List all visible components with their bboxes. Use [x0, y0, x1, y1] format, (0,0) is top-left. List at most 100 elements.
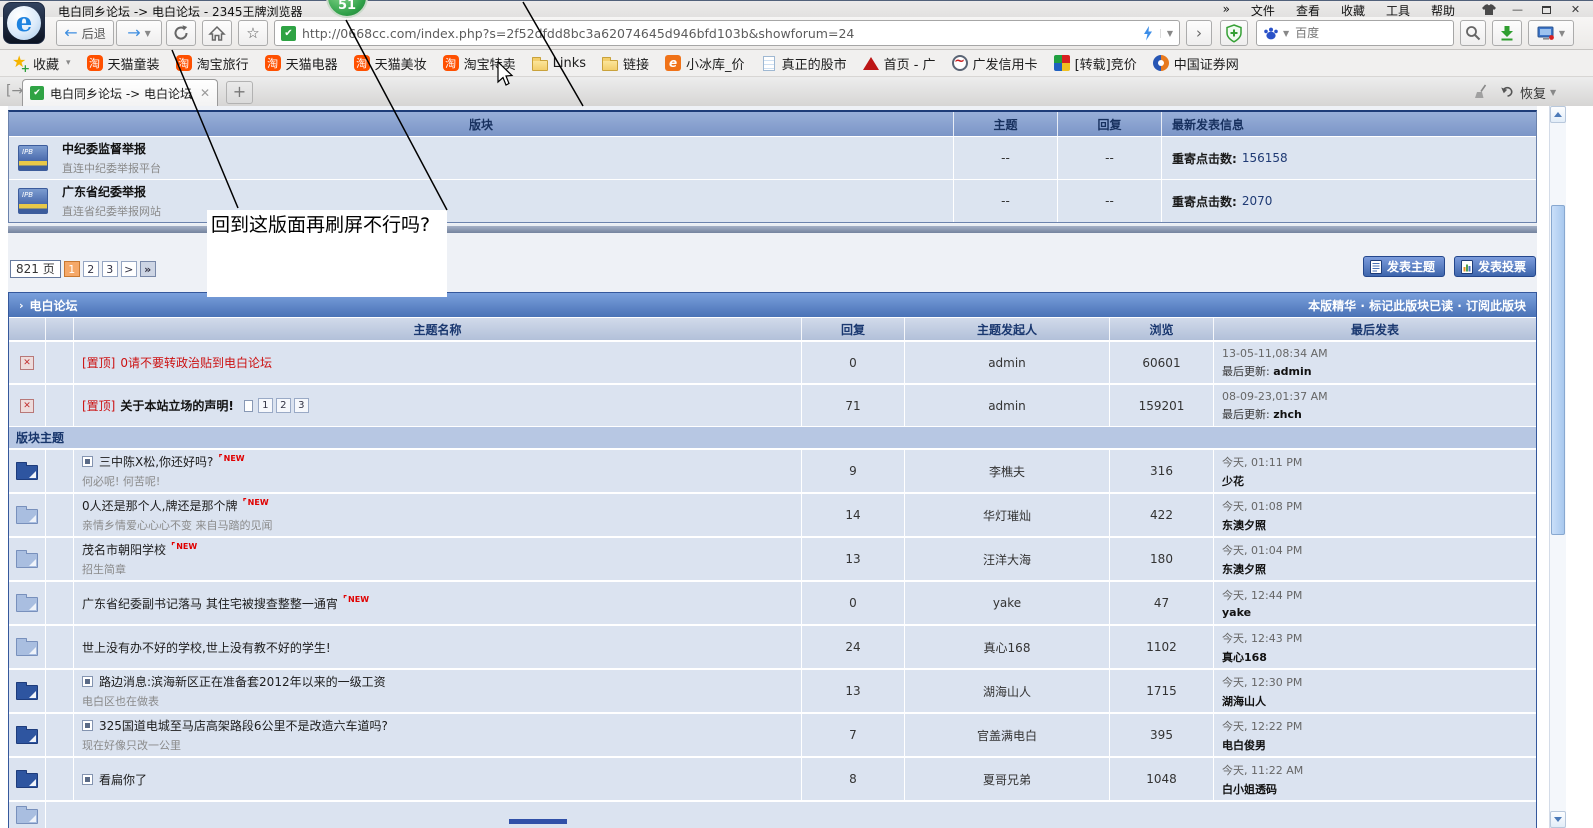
maximize-button[interactable] [1532, 1, 1561, 18]
restore-dropdown-icon[interactable]: ▼ [1550, 88, 1556, 97]
screenshot-button[interactable]: ▼ [1528, 20, 1574, 46]
topic-starter-link[interactable]: 真心168 [904, 626, 1109, 668]
forum-name-link[interactable]: 中纪委监督举报 [62, 140, 161, 157]
topic-title-link[interactable]: 关于本站立场的声明! [120, 397, 233, 414]
last-updater-link[interactable]: yake [1222, 606, 1251, 619]
topic-page-button[interactable]: 3 [294, 398, 309, 413]
url-text[interactable]: http://0668cc.com/index.php?s=2f52dfdd8b… [302, 26, 1136, 41]
last-updater-link[interactable]: 少花 [1222, 475, 1244, 488]
topic-starter-link[interactable]: 湖海山人 [904, 670, 1109, 712]
forum-title[interactable]: 电白论坛 [30, 297, 78, 314]
topic-starter-link[interactable]: admin [904, 342, 1109, 383]
last-updater-link[interactable]: zhch [1273, 408, 1302, 421]
topic-starter-link[interactable]: 官盖满电白 [904, 714, 1109, 756]
goto-post-icon[interactable] [82, 676, 93, 687]
vertical-scrollbar[interactable] [1549, 106, 1566, 828]
page-button[interactable]: > [121, 261, 137, 277]
bookmark-item[interactable]: 中国证券网 [1145, 52, 1247, 74]
last-updated-label: 最后更新: [1222, 408, 1270, 421]
last-updater-link[interactable]: 湖海山人 [1222, 695, 1266, 708]
page-button[interactable]: 2 [83, 261, 99, 277]
security-shield-button[interactable] [1220, 20, 1248, 46]
tab-close-icon[interactable]: ✕ [200, 86, 210, 100]
topic-starter-link[interactable]: 夏哥兄弟 [904, 758, 1109, 800]
topic-title-link[interactable]: 看扁你了 [99, 771, 147, 788]
go-button[interactable]: › [1186, 20, 1212, 46]
forward-dropdown-icon[interactable]: ▼ [145, 29, 151, 38]
address-bar[interactable]: ✔ http://0668cc.com/index.php?s=2f52dfdd… [274, 20, 1180, 46]
goto-post-icon[interactable] [82, 774, 93, 785]
new-poll-button[interactable]: 发表投票 [1454, 256, 1536, 277]
bookmark-item[interactable]: 天猫美妆 [346, 52, 435, 74]
topic-starter-link[interactable]: admin [904, 385, 1109, 426]
last-updater-link[interactable]: 真心168 [1222, 651, 1267, 664]
search-input[interactable] [1293, 25, 1447, 41]
last-updater-link[interactable]: 东澳夕照 [1222, 563, 1266, 576]
clean-button[interactable] [1468, 81, 1494, 103]
panel-toggle-icon[interactable]: [→ [6, 83, 23, 99]
forum-header-links[interactable]: 本版精华 · 标记此版块已读 · 订阅此版块 [1308, 297, 1526, 314]
new-topic-button[interactable]: 发表主题 [1363, 256, 1445, 277]
close-button[interactable]: ✕ [1561, 1, 1590, 18]
restore-button[interactable]: 恢复 ▼ [1500, 81, 1556, 103]
home-button[interactable] [202, 20, 232, 46]
bookmark-item[interactable]: 链接 [594, 52, 657, 74]
bookmark-item[interactable]: 天猫童装 [79, 52, 168, 74]
search-engine-dropdown-icon[interactable]: ▼ [1283, 29, 1289, 38]
refresh-button[interactable] [166, 20, 196, 46]
download-button[interactable] [1492, 20, 1522, 46]
bookmark-item[interactable]: 首页 - 广 [855, 52, 944, 74]
scrollbar-thumb[interactable] [1551, 205, 1565, 535]
topic-title-link[interactable]: 路边消息:滨海新区正在准备套2012年以来的一级工资 [99, 673, 386, 690]
bookmark-item[interactable]: Links [524, 52, 594, 74]
screenshot-dropdown-icon[interactable]: ▼ [1559, 29, 1565, 38]
topic-page-button[interactable]: 2 [276, 398, 291, 413]
bookmark-item[interactable]: 天猫电器 [257, 52, 346, 74]
bookmark-item[interactable]: 广发信用卡 [944, 52, 1046, 74]
bookmark-item[interactable]: [转载]竞价 [1046, 52, 1145, 74]
last-updater-link[interactable]: 东澳夕照 [1222, 519, 1266, 532]
url-dropdown-icon[interactable]: ▼ [1160, 29, 1173, 38]
last-updater-link[interactable]: admin [1273, 365, 1311, 378]
back-button[interactable]: ← 后退 [56, 20, 114, 46]
scroll-up-button[interactable] [1550, 106, 1566, 123]
browser-logo[interactable]: e [3, 2, 45, 44]
lightning-icon[interactable] [1142, 26, 1154, 41]
topic-title-link[interactable]: 茂名市朝阳学校 [82, 541, 166, 558]
minimize-button[interactable]: — [1503, 1, 1532, 18]
topic-title-link[interactable]: 0人还是那个人,牌还是那个牌 [82, 497, 237, 514]
topic-title-link[interactable]: 广东省纪委副书记落马 其住宅被搜查整整一通宵 [82, 595, 338, 612]
scroll-down-button[interactable] [1550, 811, 1566, 828]
topic-title-link[interactable]: 世上没有办不好的学校,世上没有教不好的学生! [82, 639, 331, 656]
new-tab-button[interactable]: + [226, 81, 253, 104]
topic-page-button[interactable]: 1 [258, 398, 273, 413]
topic-starter-link[interactable]: 华灯璀灿 [904, 494, 1109, 536]
topic-title-link[interactable]: 三中陈X松,你还好吗? [99, 453, 213, 470]
bookmark-icon [863, 57, 879, 70]
browser-tab-active[interactable]: ✔ 电白同乡论坛 -> 电白论坛 ✕ [22, 79, 218, 106]
topic-title-link[interactable]: 0请不要转政治贴到电白论坛 [120, 354, 272, 371]
bookmark-item[interactable]: 淘宝特卖 [435, 52, 524, 74]
goto-post-icon[interactable] [82, 720, 93, 731]
topic-title-link[interactable]: 325国道电城至马店高架路段6公里不是改造六车道吗? [99, 717, 388, 734]
bookmark-item[interactable]: 收藏 [4, 52, 79, 74]
last-updater-link[interactable]: 电白俊男 [1222, 739, 1266, 752]
favorites-star-button[interactable]: ☆ [238, 20, 268, 46]
page-button[interactable]: 1 [64, 261, 80, 277]
search-box[interactable]: ▼ [1256, 20, 1454, 46]
bookmark-item[interactable]: 淘宝旅行 [168, 52, 257, 74]
forum-name-link[interactable]: 广东省纪委举报 [62, 183, 161, 200]
page-button[interactable]: 3 [102, 261, 118, 277]
bookmark-item[interactable]: 真正的股市 [753, 52, 855, 74]
search-button[interactable] [1460, 20, 1486, 46]
last-updater-link[interactable]: 白小姐透码 [1222, 783, 1277, 796]
topic-starter-link[interactable]: yake [904, 582, 1109, 624]
category-table: 版块 主题 回复 最新发表信息 中纪委监督举报 直连中纪委举报平台 -- -- … [8, 110, 1537, 223]
page-button[interactable]: » [140, 261, 156, 277]
skin-button[interactable] [1474, 1, 1503, 18]
forward-button[interactable]: → ▼ [116, 20, 162, 46]
topic-starter-link[interactable]: 李樵夫 [904, 450, 1109, 492]
topic-starter-link[interactable]: 汪洋大海 [904, 538, 1109, 580]
goto-post-icon[interactable] [82, 456, 93, 467]
bookmark-item[interactable]: 小冰库_价 [657, 52, 753, 74]
